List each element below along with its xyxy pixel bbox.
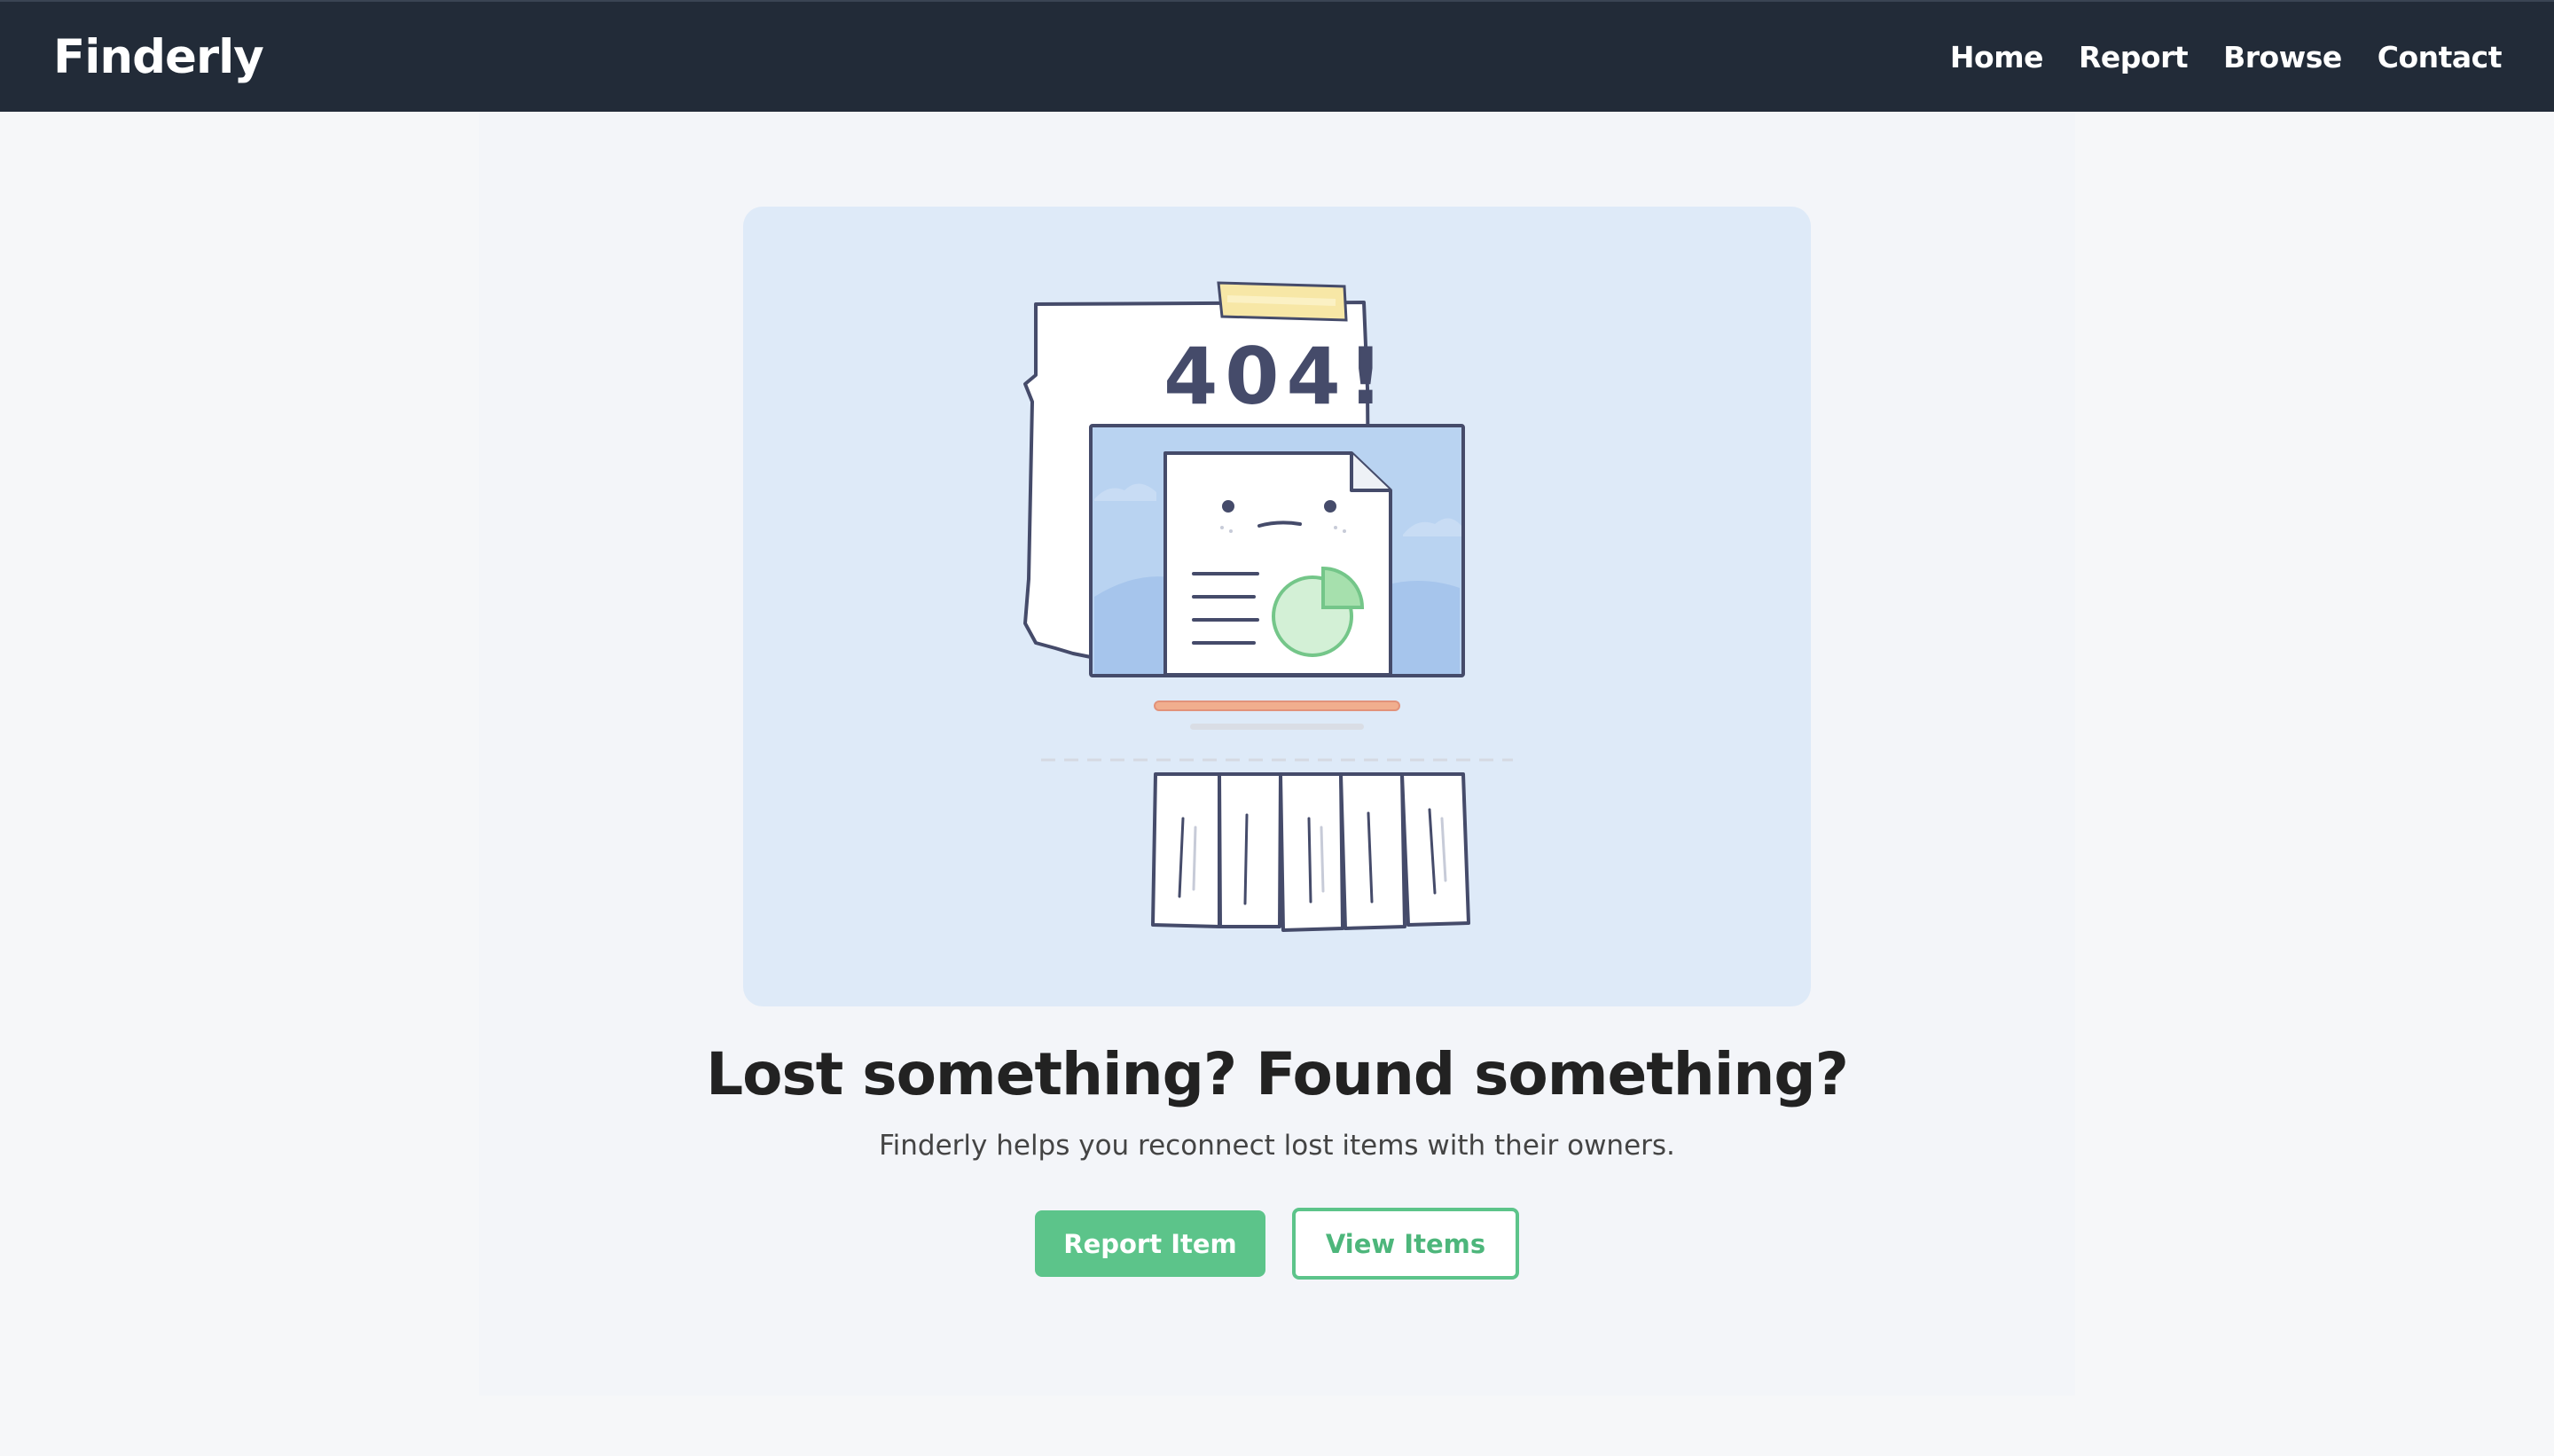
view-items-button[interactable]: View Items xyxy=(1292,1208,1519,1280)
hero-subtitle: Finderly helps you reconnect lost items … xyxy=(879,1130,1675,1162)
hero-title: Lost something? Found something? xyxy=(706,1040,1849,1108)
torn-paper-document-icon: 404! xyxy=(1023,281,1513,932)
error-code-text: 404! xyxy=(1163,331,1391,422)
top-navbar: Finderly Home Report Browse Contact xyxy=(0,0,2554,112)
nav-home-link[interactable]: Home xyxy=(1950,39,2044,76)
nav-contact-link[interactable]: Contact xyxy=(2378,39,2503,76)
brand-logo[interactable]: Finderly xyxy=(53,28,264,87)
nav-report-link[interactable]: Report xyxy=(2079,39,2189,76)
report-item-button[interactable]: Report Item xyxy=(1035,1210,1265,1277)
main-nav: Home Report Browse Contact xyxy=(1950,39,2503,76)
hero-illustration-card: 404! xyxy=(743,207,1811,1006)
nav-browse-link[interactable]: Browse xyxy=(2223,39,2342,76)
